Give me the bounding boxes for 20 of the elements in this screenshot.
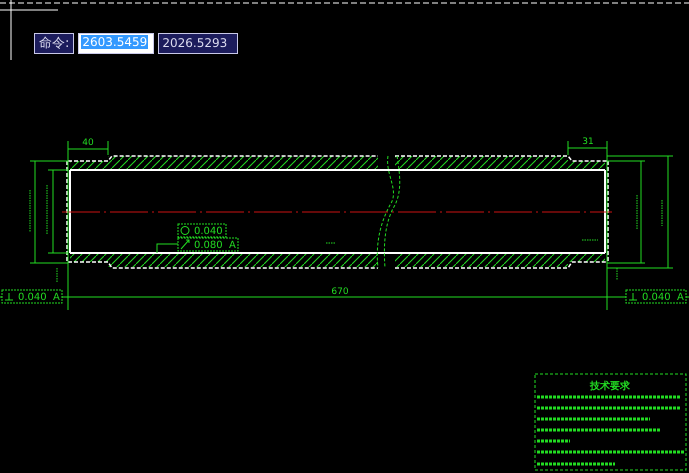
perpendicular-icon: [628, 292, 638, 300]
tolerance-value: 0.080: [194, 240, 223, 251]
perpendicular-icon: [4, 292, 14, 300]
tolerance-frame: [178, 224, 226, 238]
datum-letter: A: [53, 292, 60, 303]
tolerance-frame: [178, 238, 238, 252]
datum-letter: A: [229, 240, 236, 251]
tolerance-value: 0.040: [18, 292, 47, 303]
datum-letter: A: [677, 292, 684, 303]
tolerance-value: 0.040: [194, 226, 223, 237]
notes-title: 技术要求: [590, 381, 630, 392]
slash-arrow-icon: [180, 240, 190, 250]
circle-icon: [180, 226, 190, 235]
dimension-text: 40: [82, 138, 94, 148]
tolerance-value: 0.040: [642, 292, 671, 303]
dimension-text: 31: [582, 137, 594, 147]
command-prompt: 命令:: [34, 33, 74, 54]
tolerance-frame: [626, 290, 686, 304]
dimension-text: 670: [331, 287, 349, 297]
y-coordinate-input[interactable]: 2026.5293: [158, 33, 238, 54]
